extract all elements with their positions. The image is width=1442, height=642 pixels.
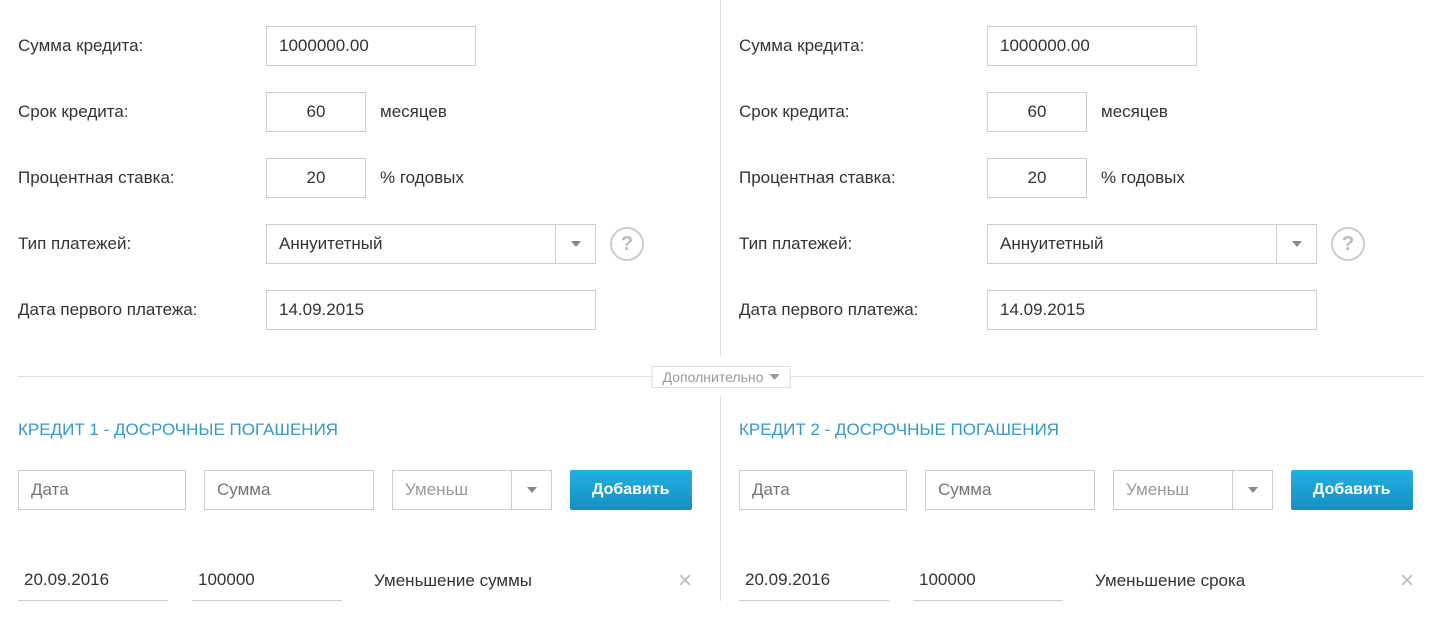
- credit1-add-type-select[interactable]: Уменьш: [392, 470, 552, 510]
- credit2-section-title: КРЕДИТ 2 - ДОСРОЧНЫЕ ПОГАШЕНИЯ: [739, 420, 1424, 440]
- chevron-down-icon[interactable]: [555, 225, 595, 263]
- credit1-panel: Сумма кредита: Срок кредита: месяцев Про…: [0, 0, 721, 356]
- chevron-down-icon: [769, 374, 779, 380]
- credit1-entry-amount[interactable]: 100000: [192, 560, 342, 601]
- credit1-amount-input[interactable]: [266, 26, 476, 66]
- credit1-first-payment-date-input[interactable]: [266, 290, 596, 330]
- credit1-payment-type-select[interactable]: Аннуитетный: [266, 224, 596, 264]
- rate-unit: % годовых: [380, 168, 464, 188]
- credit1-add-date-input[interactable]: [18, 470, 186, 510]
- additional-label: Дополнительно: [663, 369, 764, 385]
- payment-type-label: Тип платежей:: [18, 234, 266, 254]
- close-icon[interactable]: ×: [678, 567, 692, 595]
- credit1-rate-input[interactable]: [266, 158, 366, 198]
- credit2-add-date-input[interactable]: [739, 470, 907, 510]
- term-label: Срок кредита:: [739, 102, 987, 122]
- credit1-add-amount-input[interactable]: [204, 470, 374, 510]
- credit2-first-payment-date-input[interactable]: [987, 290, 1317, 330]
- credit1-add-button[interactable]: Добавить: [570, 470, 692, 510]
- credit1-term-input[interactable]: [266, 92, 366, 132]
- help-icon[interactable]: ?: [610, 227, 644, 261]
- credit2-entry-type: Уменьшение срока: [1095, 561, 1245, 601]
- term-label: Срок кредита:: [18, 102, 266, 122]
- credit2-entry-amount[interactable]: 100000: [913, 560, 1063, 601]
- additional-divider: Дополнительно: [0, 366, 1442, 396]
- first-payment-date-label: Дата первого платежа:: [739, 300, 987, 320]
- payment-type-value: Аннуитетный: [988, 225, 1276, 263]
- credit2-term-input[interactable]: [987, 92, 1087, 132]
- close-icon[interactable]: ×: [1400, 567, 1414, 595]
- credit1-entry-type: Уменьшение суммы: [374, 561, 532, 601]
- credit2-entry-row: 20.09.2016 100000 Уменьшение срока ×: [739, 560, 1424, 601]
- credit2-add-button[interactable]: Добавить: [1291, 470, 1413, 510]
- chevron-down-icon[interactable]: [511, 471, 551, 509]
- credit2-early-panel: КРЕДИТ 2 - ДОСРОЧНЫЕ ПОГАШЕНИЯ Уменьш До…: [721, 396, 1442, 601]
- payment-type-label: Тип платежей:: [739, 234, 987, 254]
- credit2-payment-type-select[interactable]: Аннуитетный: [987, 224, 1317, 264]
- first-payment-date-label: Дата первого платежа:: [18, 300, 266, 320]
- amount-label: Сумма кредита:: [18, 36, 266, 56]
- rate-label: Процентная ставка:: [739, 168, 987, 188]
- credit1-section-title: КРЕДИТ 1 - ДОСРОЧНЫЕ ПОГАШЕНИЯ: [18, 420, 702, 440]
- credit1-early-panel: КРЕДИТ 1 - ДОСРОЧНЫЕ ПОГАШЕНИЯ Уменьш До…: [0, 396, 721, 601]
- credit2-amount-input[interactable]: [987, 26, 1197, 66]
- chevron-down-icon[interactable]: [1276, 225, 1316, 263]
- chevron-down-icon[interactable]: [1232, 471, 1272, 509]
- term-unit: месяцев: [1101, 102, 1168, 122]
- credit1-entry-date[interactable]: 20.09.2016: [18, 560, 168, 601]
- rate-label: Процентная ставка:: [18, 168, 266, 188]
- rate-unit: % годовых: [1101, 168, 1185, 188]
- credit2-add-amount-input[interactable]: [925, 470, 1095, 510]
- payment-type-value: Аннуитетный: [267, 225, 555, 263]
- add-type-placeholder: Уменьш: [393, 471, 511, 509]
- term-unit: месяцев: [380, 102, 447, 122]
- credit2-add-type-select[interactable]: Уменьш: [1113, 470, 1273, 510]
- help-icon[interactable]: ?: [1331, 227, 1365, 261]
- credit2-entry-date[interactable]: 20.09.2016: [739, 560, 889, 601]
- add-type-placeholder: Уменьш: [1114, 471, 1232, 509]
- credit1-entry-row: 20.09.2016 100000 Уменьшение суммы ×: [18, 560, 702, 601]
- amount-label: Сумма кредита:: [739, 36, 987, 56]
- additional-toggle[interactable]: Дополнительно: [652, 366, 791, 388]
- credit2-panel: Сумма кредита: Срок кредита: месяцев Про…: [721, 0, 1442, 356]
- credit2-rate-input[interactable]: [987, 158, 1087, 198]
